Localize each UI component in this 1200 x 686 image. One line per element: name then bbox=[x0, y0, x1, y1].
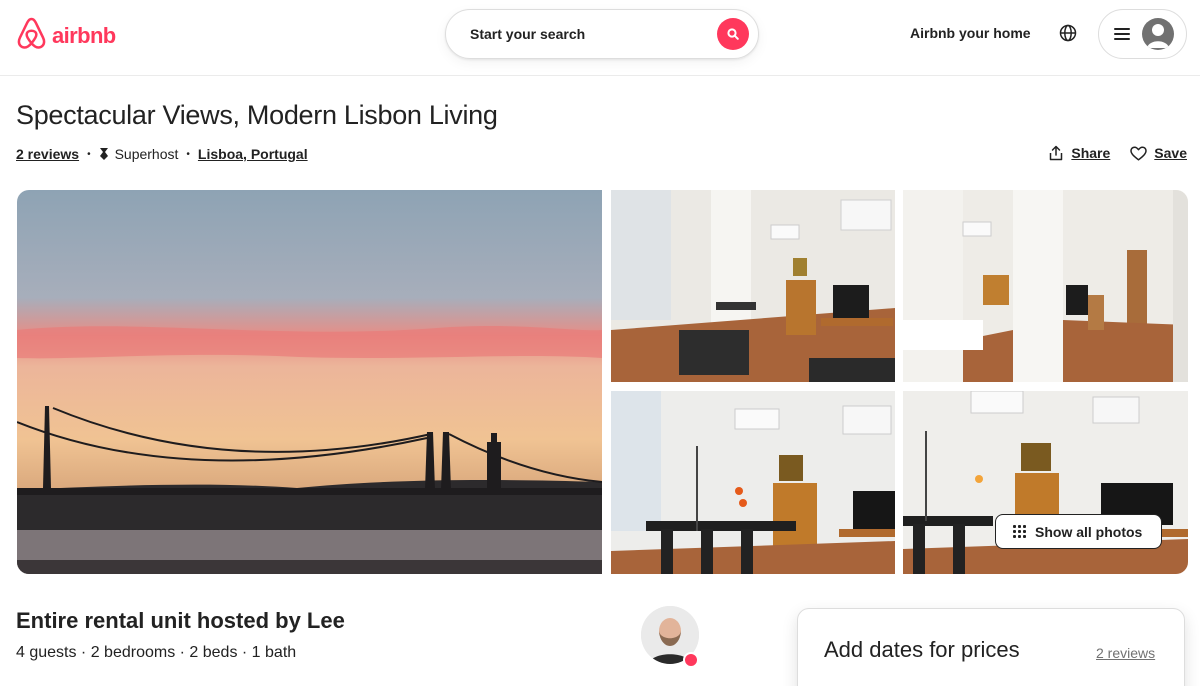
separator-dot: • bbox=[87, 148, 91, 160]
heart-icon bbox=[1130, 145, 1148, 161]
menu-icon bbox=[1114, 28, 1130, 40]
search-button[interactable] bbox=[717, 18, 749, 50]
listing-meta: 2 reviews • Superhost • Lisboa, Portugal bbox=[16, 145, 308, 163]
top-nav: airbnb Start your search Airbnb your hom… bbox=[0, 0, 1200, 76]
superhost-icon bbox=[99, 147, 109, 161]
location-link[interactable]: Lisboa, Portugal bbox=[198, 146, 308, 162]
photo-hallway[interactable] bbox=[903, 190, 1188, 382]
user-menu-button[interactable] bbox=[1098, 9, 1187, 59]
price-label: Add dates for prices bbox=[824, 637, 1020, 662]
search-icon bbox=[727, 28, 739, 40]
save-button[interactable]: Save bbox=[1130, 145, 1187, 161]
booking-card: Add dates for prices 2 reviews bbox=[797, 608, 1185, 686]
listing-title: Spectacular Views, Modern Lisbon Living bbox=[16, 100, 498, 130]
separator-dot: • bbox=[186, 148, 190, 160]
card-reviews-link[interactable]: 2 reviews bbox=[1096, 645, 1155, 661]
search-bar[interactable]: Start your search bbox=[445, 9, 759, 59]
search-placeholder: Start your search bbox=[470, 26, 586, 42]
superhost-badge-icon bbox=[683, 652, 699, 668]
photo-sunset-bridge[interactable] bbox=[17, 190, 602, 574]
reviews-link[interactable]: 2 reviews bbox=[16, 146, 79, 162]
share-button[interactable]: Share bbox=[1048, 145, 1110, 161]
airbnb-logo-icon bbox=[16, 17, 47, 55]
photo-dining-area[interactable] bbox=[611, 391, 895, 574]
show-all-photos-label: Show all photos bbox=[1035, 523, 1143, 540]
airbnb-logo[interactable]: airbnb bbox=[16, 17, 116, 55]
user-avatar-icon bbox=[1142, 18, 1174, 50]
superhost-label: Superhost bbox=[114, 146, 179, 162]
share-label: Share bbox=[1071, 145, 1111, 161]
listing-subtitle: Entire rental unit hosted by Lee bbox=[16, 608, 345, 633]
logo-wordmark: airbnb bbox=[52, 23, 116, 48]
globe-icon[interactable] bbox=[1059, 24, 1077, 42]
photo-living-room[interactable] bbox=[611, 190, 895, 382]
share-icon bbox=[1050, 145, 1063, 161]
airbnb-your-home-link[interactable]: Airbnb your home bbox=[910, 25, 1031, 41]
grid-icon bbox=[1013, 525, 1026, 538]
save-label: Save bbox=[1154, 145, 1187, 161]
show-all-photos-button[interactable]: Show all photos bbox=[995, 514, 1162, 549]
listing-actions: Share Save bbox=[1048, 145, 1187, 161]
listing-specs: 4 guests · 2 bedrooms · 2 beds · 1 bath bbox=[16, 644, 297, 661]
